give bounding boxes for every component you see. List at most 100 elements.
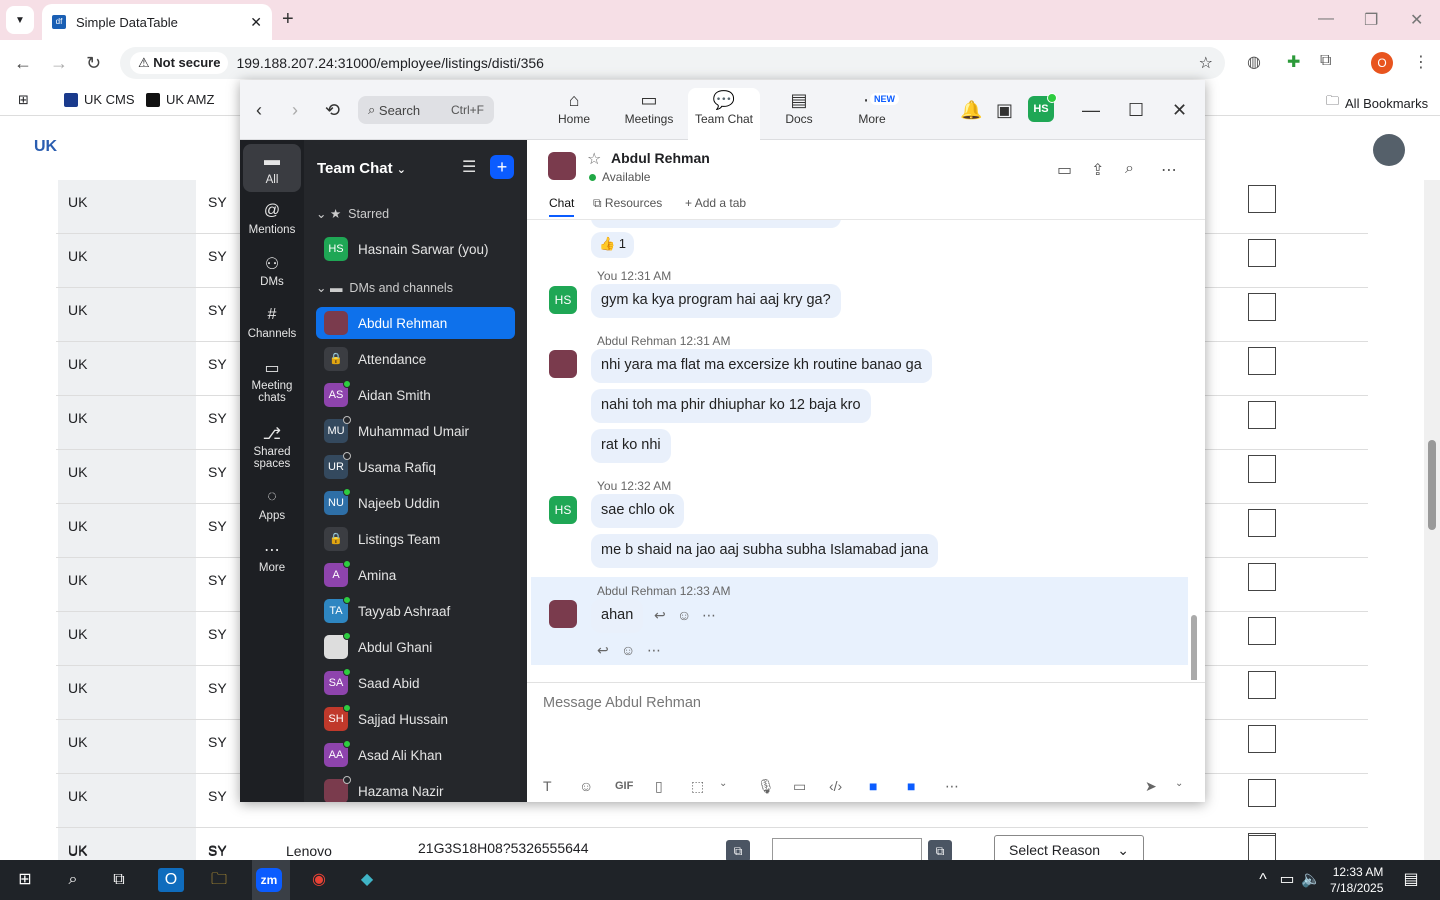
screenshot-icon[interactable]: ⬚: [691, 778, 704, 795]
message-bubble[interactable]: rat ko nhi: [591, 429, 671, 463]
message-composer[interactable]: Message Abdul Rehman T ☺ GIF ▯ ⬚ ⌄ 🎙 ▭ ‹…: [527, 682, 1205, 802]
forward-arrow-icon[interactable]: →: [50, 53, 68, 74]
prev-message[interactable]: [591, 220, 841, 228]
video-icon[interactable]: ▭: [1057, 160, 1072, 180]
emoji-react-icon[interactable]: ☺: [621, 642, 635, 658]
chat-contact-name[interactable]: Abdul Rehman: [611, 150, 710, 166]
maximize-icon[interactable]: ☐: [1128, 100, 1144, 121]
tab-chat[interactable]: Chat: [549, 196, 575, 217]
bookmark-uk-amz[interactable]: UK AMZ: [146, 92, 214, 107]
reaction-chip[interactable]: 👍 1: [591, 232, 635, 258]
chat-list-item[interactable]: AS Aidan Smith: [316, 379, 515, 411]
minimize-icon[interactable]: —: [1082, 100, 1100, 121]
file-explorer-icon[interactable]: 🗀: [206, 868, 232, 892]
message-scrollbar[interactable]: [1191, 615, 1197, 680]
notifications-icon[interactable]: ▤: [1398, 868, 1424, 892]
more-options-icon[interactable]: ⋯: [1161, 160, 1177, 180]
rail-all[interactable]: ▬ All: [243, 144, 301, 192]
search-icon[interactable]: ⌕: [60, 868, 86, 892]
new-tab-button[interactable]: +: [282, 8, 294, 31]
video-message-icon[interactable]: ▭: [793, 778, 806, 795]
page-scrollbar[interactable]: [1424, 180, 1440, 860]
chevron-down-icon[interactable]: ⌄: [719, 778, 727, 789]
search-icon[interactable]: ⌕: [1125, 160, 1134, 178]
avatar[interactable]: [549, 600, 577, 628]
rail-channels[interactable]: # Channels: [242, 306, 302, 340]
zoom-app-icon[interactable]: ■: [907, 778, 915, 794]
page-scroll-thumb[interactable]: [1428, 440, 1436, 530]
row-checkbox[interactable]: [1248, 185, 1276, 213]
chrome-icon[interactable]: ◉: [306, 868, 332, 892]
restore-icon[interactable]: ❐: [1364, 10, 1378, 30]
file-icon[interactable]: ▯: [655, 778, 663, 795]
forward-icon[interactable]: ›: [292, 100, 298, 121]
back-arrow-icon[interactable]: ←: [14, 53, 32, 74]
share-screen-icon[interactable]: ⇪: [1091, 160, 1104, 180]
all-bookmarks[interactable]: 🗀 All Bookmarks: [1326, 92, 1428, 114]
tab-close-icon[interactable]: ✕: [250, 14, 262, 31]
rail-dms[interactable]: ⚇ DMs: [242, 254, 302, 288]
calendar-icon[interactable]: ▣: [996, 100, 1013, 121]
rail-mentions[interactable]: @ Mentions: [242, 202, 302, 236]
chat-list-item[interactable]: MU Muhammad Umair: [316, 415, 515, 447]
rail-shared-spaces[interactable]: ⎇ Shared spaces: [242, 424, 302, 470]
message-input[interactable]: Message Abdul Rehman: [543, 695, 701, 711]
nav-home[interactable]: ⌂ Home: [538, 88, 610, 140]
apps-grid-icon[interactable]: ⊞: [18, 92, 29, 108]
rail-more[interactable]: ⋯ More: [242, 540, 302, 574]
volume-icon[interactable]: 🔈: [1298, 868, 1324, 892]
more-actions-icon[interactable]: ⋯: [647, 642, 661, 659]
new-chat-button[interactable]: +: [490, 155, 514, 179]
nav-docs[interactable]: ▤ Docs: [763, 88, 835, 140]
zoom-search[interactable]: ⌕ Search Ctrl+F: [358, 96, 494, 124]
nav-meetings[interactable]: ▭ Meetings: [613, 88, 685, 140]
extensions-puzzle-icon[interactable]: ⧉: [1320, 52, 1331, 70]
bell-icon[interactable]: 🔔: [960, 100, 982, 121]
chevron-down-icon[interactable]: ⌄: [1175, 778, 1183, 789]
bookmark-uk-cms[interactable]: UK CMS: [64, 92, 135, 107]
dms-section[interactable]: ⌄ ▬ DMs and channels: [316, 280, 453, 295]
tab-resources[interactable]: ⧉ Resources: [593, 196, 662, 211]
zoom-taskbar-icon[interactable]: zm: [256, 868, 282, 892]
chat-list-item[interactable]: HS Hasnain Sarwar (you): [316, 233, 515, 265]
avatar[interactable]: HS: [549, 286, 577, 314]
tab-search-chevron-icon[interactable]: ▼: [6, 6, 34, 34]
send-icon[interactable]: ➤: [1145, 778, 1157, 795]
app-icon[interactable]: ■: [869, 778, 877, 794]
chat-list-item[interactable]: Abdul Rehman: [316, 307, 515, 339]
chat-list-item[interactable]: AA Asad Ali Khan: [316, 739, 515, 771]
nav-team-chat[interactable]: 💬 Team Chat: [688, 88, 760, 140]
rail-meeting-chats[interactable]: ▭ Meeting chats: [242, 358, 302, 404]
row-checkbox[interactable]: [1248, 617, 1276, 645]
row-checkbox[interactable]: [1248, 671, 1276, 699]
browser-tab[interactable]: df Simple DataTable ✕: [42, 4, 272, 40]
close-window-icon[interactable]: ✕: [1410, 10, 1423, 30]
reply-icon[interactable]: ↩: [597, 642, 609, 659]
profile-avatar[interactable]: HS: [1028, 93, 1057, 122]
emoji-react-icon[interactable]: ☺: [677, 607, 691, 623]
code-icon[interactable]: ‹/›: [829, 778, 842, 794]
network-icon[interactable]: ▭: [1274, 868, 1300, 892]
task-view-icon[interactable]: ⧉: [106, 868, 132, 892]
bookmark-star-icon[interactable]: ☆: [1199, 53, 1213, 73]
translate-icon[interactable]: ◍: [1247, 52, 1261, 72]
starred-section[interactable]: ⌄ ★ Starred: [316, 206, 389, 221]
reply-icon[interactable]: ↩: [654, 607, 666, 624]
row-checkbox[interactable]: [1248, 239, 1276, 267]
user-avatar[interactable]: [1373, 134, 1405, 166]
row-checkbox[interactable]: [1248, 835, 1276, 863]
profile-avatar[interactable]: O: [1371, 52, 1393, 74]
microphone-icon[interactable]: 🎙: [757, 778, 775, 795]
tab-add[interactable]: + Add a tab: [685, 196, 746, 210]
gif-icon[interactable]: GIF: [615, 780, 633, 792]
message-bubble[interactable]: sae chlo ok: [591, 494, 685, 528]
chat-list-item[interactable]: UR Usama Rafiq: [316, 451, 515, 483]
chat-list-item[interactable]: A Amina: [316, 559, 515, 591]
chat-list-item[interactable]: 🔒 Attendance: [316, 343, 515, 375]
row-checkbox[interactable]: [1248, 779, 1276, 807]
more-tools-icon[interactable]: ⋯: [945, 778, 959, 795]
emoji-icon[interactable]: ☺: [579, 778, 593, 794]
back-icon[interactable]: ‹: [256, 100, 262, 121]
row-checkbox[interactable]: [1248, 725, 1276, 753]
kebab-menu-icon[interactable]: ⋮: [1413, 52, 1429, 72]
